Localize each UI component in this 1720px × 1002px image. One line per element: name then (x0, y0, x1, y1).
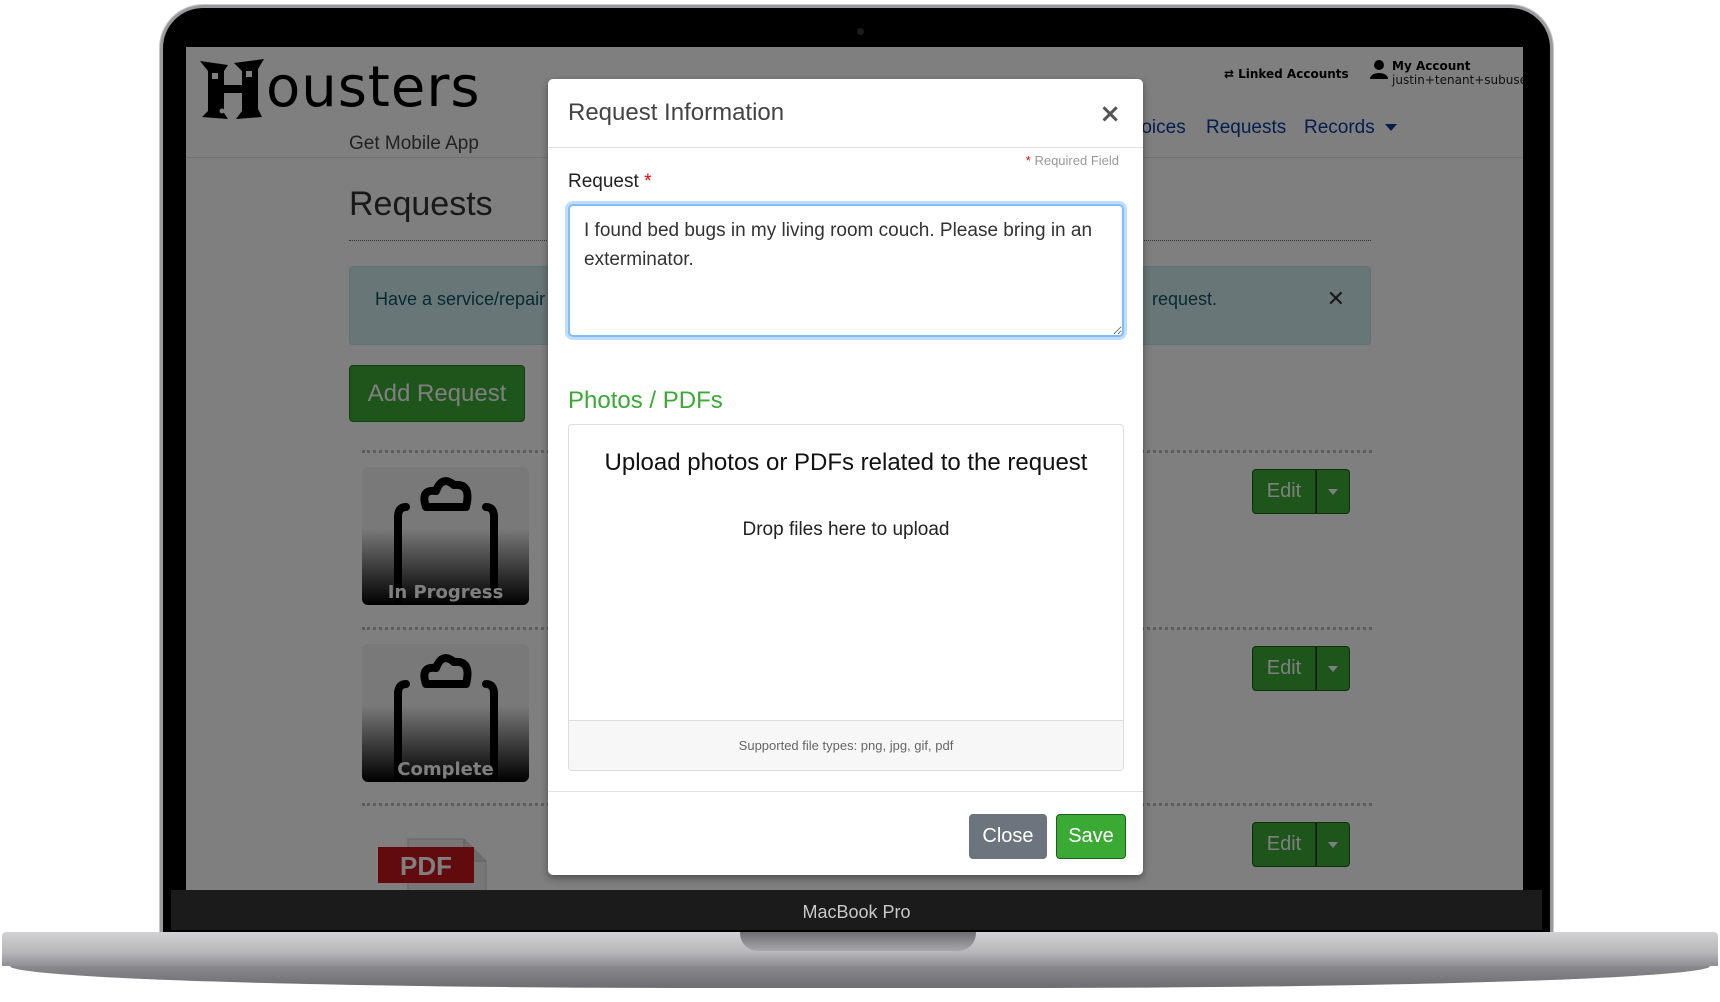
request-modal: Request Information × * Required Field R… (548, 79, 1143, 875)
camera (857, 28, 864, 35)
modal-header: Request Information × (548, 79, 1143, 148)
required-field-text: Required Field (1034, 153, 1119, 168)
laptop-notch (740, 932, 976, 951)
screen: ousters Get Mobile App ⇄ Linked Accounts… (186, 47, 1523, 890)
dropzone-title: Upload photos or PDFs related to the req… (604, 449, 1088, 476)
request-textarea[interactable]: I found bed bugs in my living room couch… (568, 204, 1124, 337)
required-asterisk: * (644, 171, 652, 192)
close-icon[interactable]: × (1099, 101, 1121, 127)
laptop-base-edge (10, 966, 1710, 988)
file-dropzone[interactable]: Upload photos or PDFs related to the req… (568, 424, 1124, 771)
required-field-note: * Required Field (1026, 153, 1119, 168)
dropzone-hint: Drop files here to upload (742, 519, 950, 540)
supported-file-types: Supported file types: png, jpg, gif, pdf (569, 720, 1123, 770)
save-button[interactable]: Save (1056, 814, 1126, 859)
request-label: Request * (568, 171, 651, 193)
close-button[interactable]: Close (969, 814, 1047, 859)
divider (548, 791, 1143, 792)
request-label-text: Request (568, 171, 639, 192)
modal-title: Request Information (568, 99, 785, 126)
photos-section-title: Photos / PDFs (568, 387, 723, 414)
device-label: MacBook Pro (802, 902, 911, 922)
laptop-chin: MacBook Pro (171, 890, 1542, 930)
